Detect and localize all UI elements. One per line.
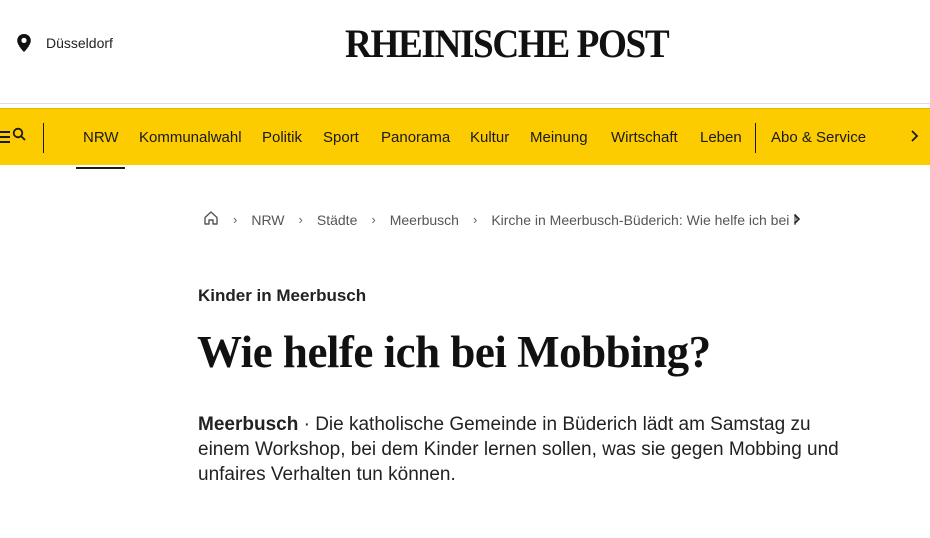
nav-divider	[755, 123, 756, 153]
main-nav: NRW Kommunalwahl Politik Sport Panorama …	[0, 108, 930, 165]
nav-item-wirtschaft[interactable]: Wirtschaft	[611, 129, 678, 146]
chevron-right-icon[interactable]	[793, 212, 801, 228]
breadcrumb-item[interactable]: Meerbusch	[390, 212, 459, 228]
nav-fade	[885, 109, 930, 165]
location-label: Düsseldorf	[46, 35, 113, 51]
search-icon[interactable]	[12, 126, 26, 147]
dateline-separator: ·	[298, 414, 316, 435]
nav-item-panorama[interactable]: Panorama	[381, 129, 450, 146]
nav-scroll-right-icon[interactable]	[910, 128, 920, 149]
chevron-right-icon: ›	[371, 212, 376, 227]
article-kicker: Kinder in Meerbusch	[198, 286, 367, 305]
article-headline: Wie helfe ich bei Mobbing?	[197, 327, 711, 377]
nav-item-sport[interactable]: Sport	[323, 129, 359, 146]
breadcrumb-item[interactable]: NRW	[251, 212, 284, 228]
nav-item-leben[interactable]: Leben	[700, 129, 742, 146]
header-divider	[0, 103, 930, 104]
menu-search-toggle[interactable]	[0, 126, 26, 147]
site-logo[interactable]: RHEINISCHE POST	[345, 20, 670, 67]
breadcrumb: › NRW › Städte › Meerbusch › Kirche in M…	[203, 210, 801, 229]
nav-item-nrw[interactable]: NRW	[83, 129, 119, 146]
site-header: Düsseldorf RHEINISCHE POST	[0, 0, 930, 106]
article-lead: Meerbusch · Die katholische Gemeinde in …	[198, 412, 848, 487]
chevron-right-icon: ›	[298, 212, 303, 227]
article-dateline: Meerbusch	[198, 414, 299, 435]
nav-item-abo-service[interactable]: Abo & Service	[771, 129, 866, 146]
breadcrumb-item[interactable]: Städte	[317, 212, 357, 228]
location-selector[interactable]: Düsseldorf	[16, 33, 113, 53]
nav-divider	[43, 123, 44, 153]
breadcrumb-current: Kirche in Meerbusch-Büderich: Wie helfe …	[491, 211, 797, 228]
nav-item-politik[interactable]: Politik	[262, 129, 302, 146]
chevron-right-icon: ›	[233, 212, 238, 227]
nav-item-meinung[interactable]: Meinung	[530, 129, 588, 146]
nav-item-kultur[interactable]: Kultur	[470, 129, 509, 146]
home-icon[interactable]	[203, 210, 219, 229]
chevron-right-icon: ›	[472, 212, 478, 227]
nav-active-indicator	[76, 167, 125, 169]
location-pin-icon	[16, 33, 32, 53]
nav-item-kommunalwahl[interactable]: Kommunalwahl	[139, 129, 242, 146]
menu-icon[interactable]	[0, 129, 10, 145]
